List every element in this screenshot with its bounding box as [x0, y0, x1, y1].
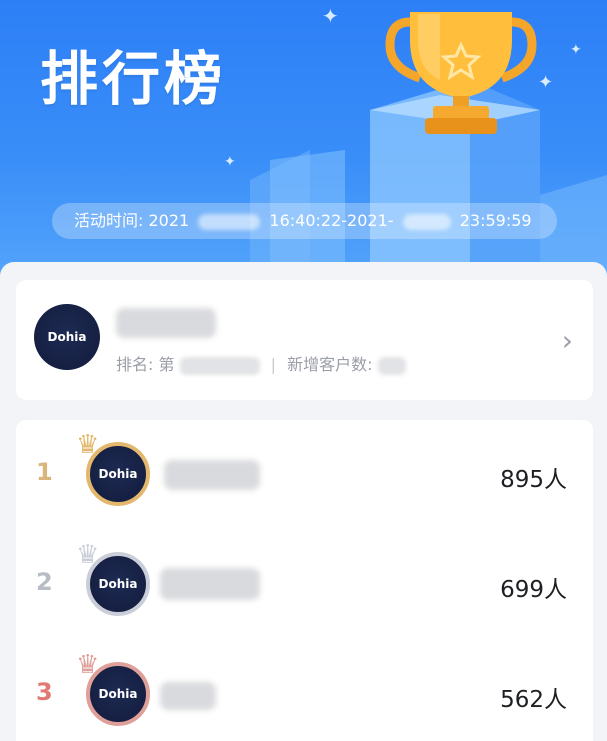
rank-number: 3 [36, 678, 53, 706]
avatar: Dohia [86, 662, 150, 726]
activity-time-middle: 16:40:22-2021- [269, 211, 394, 230]
redacted-text [402, 213, 451, 230]
divider: | [270, 355, 277, 374]
customer-count: 699人 [500, 577, 567, 603]
activity-start-year: 2021 [148, 211, 190, 230]
header-banner: ✦ ✦ ✦ ✦ 排行榜 活动时间: 2021 16:40:22-2021- 23… [0, 0, 607, 290]
content-sheet: Dohia 排名: 第 | 新增客户数: › 1 ♛ Dohia 895人 2 … [0, 262, 607, 741]
redacted-username [164, 460, 260, 490]
sparkle-icon: ✦ [224, 154, 236, 170]
list-item[interactable]: 2 ♛ Dohia 699人 [16, 530, 593, 640]
avatar-logo-text: Dohia [98, 467, 138, 481]
list-item[interactable]: 3 ♛ Dohia 562人 [16, 640, 593, 741]
my-rank-info: 排名: 第 | 新增客户数: [116, 351, 406, 375]
avatar-logo-text: Dohia [47, 330, 87, 344]
redacted-username [160, 682, 216, 710]
my-rank-card[interactable]: Dohia 排名: 第 | 新增客户数: › [16, 280, 593, 400]
new-customers-label: 新增客户数: [287, 355, 373, 374]
activity-time-bar: 活动时间: 2021 16:40:22-2021- 23:59:59 [52, 203, 557, 239]
avatar: Dohia [86, 442, 150, 506]
avatar-logo-text: Dohia [98, 577, 138, 591]
redacted-username [160, 568, 260, 600]
avatar-logo-text: Dohia [98, 687, 138, 701]
customer-count: 895人 [500, 467, 567, 493]
rank-number: 1 [36, 458, 53, 486]
chevron-right-icon[interactable]: › [562, 324, 573, 357]
redacted-text [198, 213, 261, 230]
list-item[interactable]: 1 ♛ Dohia 895人 [16, 420, 593, 530]
activity-time-label: 活动时间: [74, 211, 144, 230]
rank-label: 排名: 第 [116, 355, 175, 374]
redacted-count [377, 356, 406, 375]
rank-number: 2 [36, 568, 53, 596]
activity-end-time: 23:59:59 [459, 211, 532, 230]
avatar: Dohia [34, 304, 100, 370]
avatar: Dohia [86, 552, 150, 616]
trophy-illustration [250, 12, 607, 290]
leaderboard-list: 1 ♛ Dohia 895人 2 ♛ Dohia 699人 3 ♛ Dohia … [16, 420, 593, 741]
page-title: 排行榜 [40, 45, 227, 113]
redacted-username [116, 308, 216, 338]
redacted-rank [179, 356, 260, 375]
customer-count: 562人 [500, 687, 567, 713]
